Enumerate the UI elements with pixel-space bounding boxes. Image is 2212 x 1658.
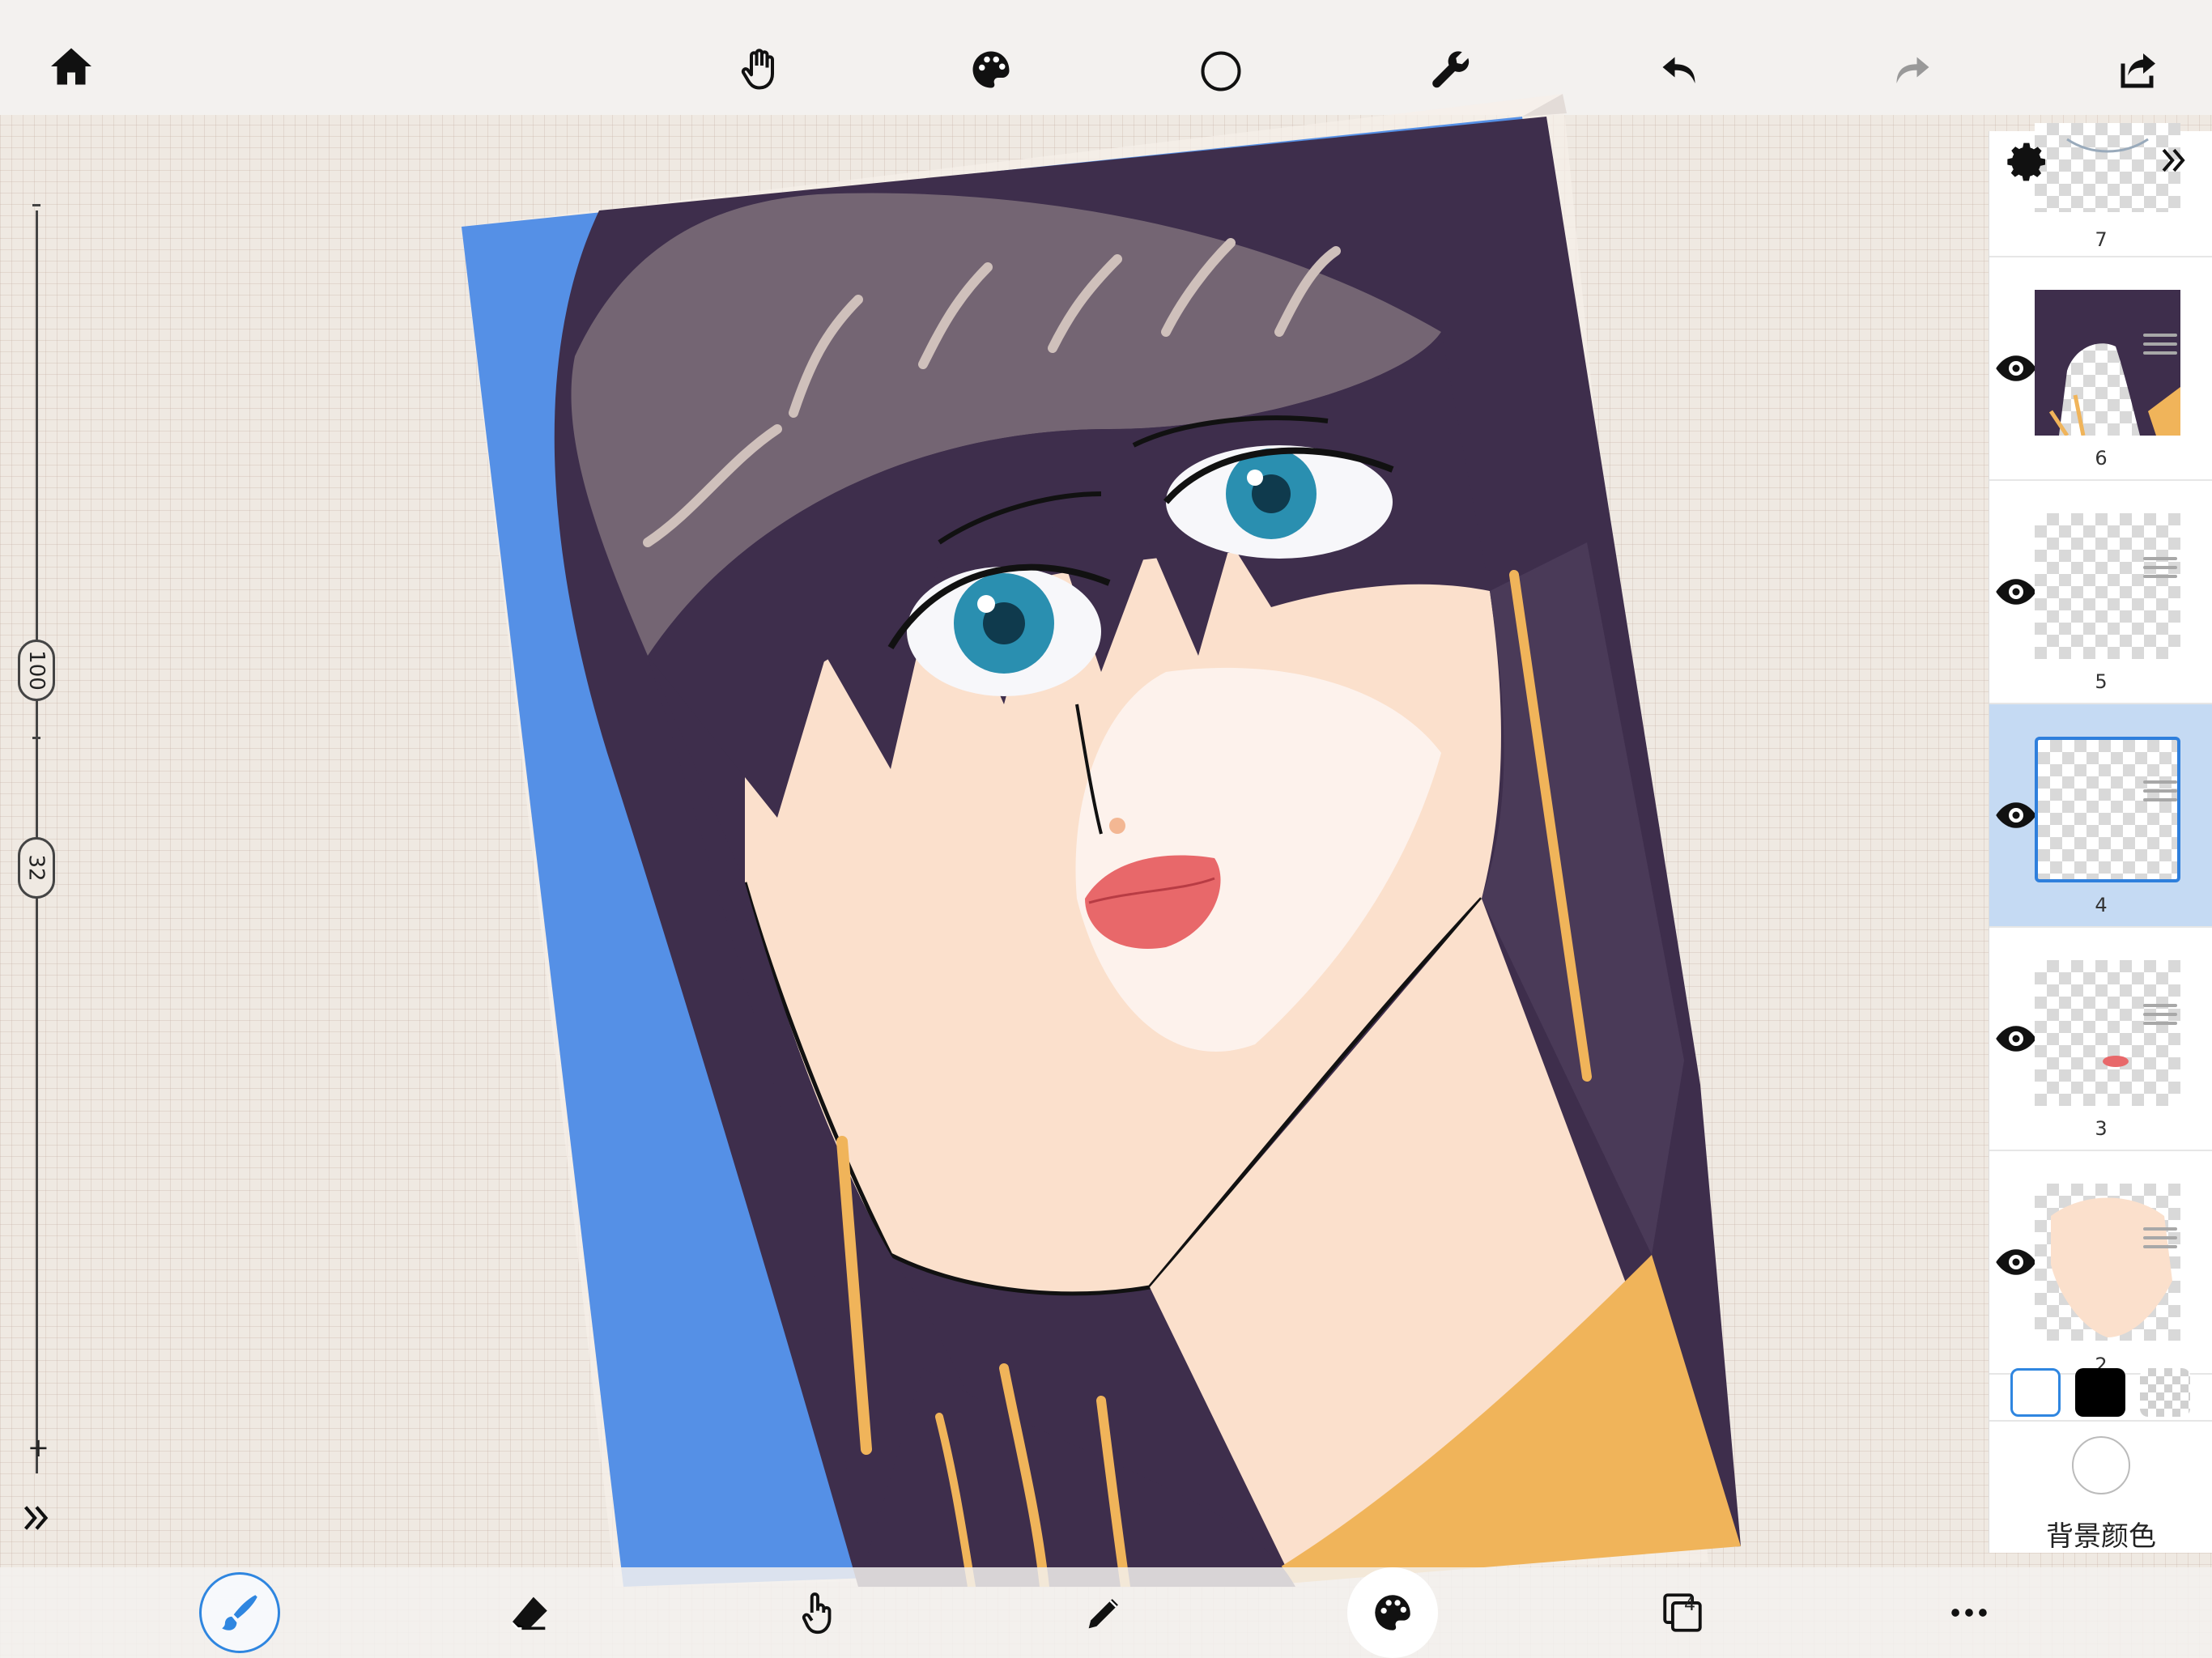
background-color-label: 背景颜色 — [2046, 1520, 2156, 1553]
redo-icon[interactable] — [1877, 37, 1945, 105]
eye-icon[interactable] — [1994, 1240, 2038, 1284]
black-swatch[interactable] — [2075, 1368, 2125, 1417]
layer-count: 4 — [1684, 1595, 1695, 1615]
layer-item[interactable]: 5 — [1989, 481, 2212, 704]
collapse-panel-icon[interactable] — [2156, 142, 2192, 178]
brush-slider-rail: 100 32 + — [0, 186, 73, 1562]
drag-handle-icon[interactable] — [2143, 334, 2177, 358]
pencil-tool-icon[interactable] — [1064, 1572, 1145, 1653]
more-options-icon[interactable] — [1929, 1572, 2010, 1653]
eye-icon[interactable] — [1994, 793, 2038, 837]
color-palette-icon[interactable] — [1347, 1567, 1438, 1658]
layer-thumbnail — [2035, 290, 2180, 436]
eye-icon[interactable] — [1994, 346, 2038, 390]
drag-handle-icon[interactable] — [2143, 1227, 2177, 1252]
eye-icon[interactable] — [1994, 1017, 2038, 1061]
layer-thumbnail — [2035, 513, 2180, 659]
layer-item[interactable]: 3 — [1989, 928, 2212, 1151]
eraser-tool-icon[interactable] — [489, 1572, 570, 1653]
drawing-canvas[interactable] — [437, 89, 1830, 1592]
expand-left-panel-icon[interactable] — [18, 1499, 55, 1537]
layer-number: 7 — [2095, 228, 2108, 251]
bottom-toolbar: 4 — [0, 1567, 2212, 1658]
home-icon[interactable] — [37, 32, 105, 100]
finger-smudge-icon[interactable] — [777, 1572, 858, 1653]
slider-top-tick — [32, 204, 40, 206]
layer-number: 6 — [2095, 447, 2108, 470]
slider-mid-tick — [32, 737, 40, 739]
color-swatches — [1989, 1360, 2212, 1422]
transparent-swatch[interactable] — [2140, 1368, 2190, 1417]
layer-number: 4 — [2095, 894, 2108, 916]
eye-icon[interactable] — [1994, 570, 2038, 614]
layers-icon[interactable]: 4 — [1642, 1572, 1723, 1653]
layer-thumbnail — [2035, 737, 2180, 882]
layer-item[interactable]: 2 — [1989, 1151, 2212, 1376]
opacity-value: 32 — [24, 854, 49, 882]
background-color-picker[interactable] — [2072, 1436, 2130, 1494]
artwork — [462, 94, 1741, 1592]
background-color-section: 背景颜色 — [1989, 1423, 2212, 1553]
layer-thumbnail — [2035, 1184, 2180, 1341]
layer-number: 5 — [2095, 670, 2108, 693]
white-swatch[interactable] — [2010, 1368, 2061, 1417]
drag-handle-icon[interactable] — [2143, 1004, 2177, 1028]
gear-icon[interactable] — [2006, 139, 2051, 185]
layers-panel: 7 6 5 4 3 2 背景颜色 — [1989, 123, 2212, 1553]
layer-item-selected[interactable]: 4 — [1989, 704, 2212, 928]
opacity-handle[interactable]: 32 — [18, 837, 55, 899]
drag-handle-icon[interactable] — [2143, 557, 2177, 581]
brush-size-handle[interactable]: 100 — [18, 640, 55, 701]
slider-plus[interactable]: + — [28, 1435, 49, 1460]
layer-item[interactable]: 6 — [1989, 257, 2212, 481]
layer-number: 3 — [2095, 1117, 2108, 1140]
drag-handle-icon[interactable] — [2143, 780, 2177, 805]
brush-tool-icon[interactable] — [199, 1572, 280, 1653]
brush-size-value: 100 — [24, 650, 49, 691]
layer-thumbnail — [2035, 960, 2180, 1106]
